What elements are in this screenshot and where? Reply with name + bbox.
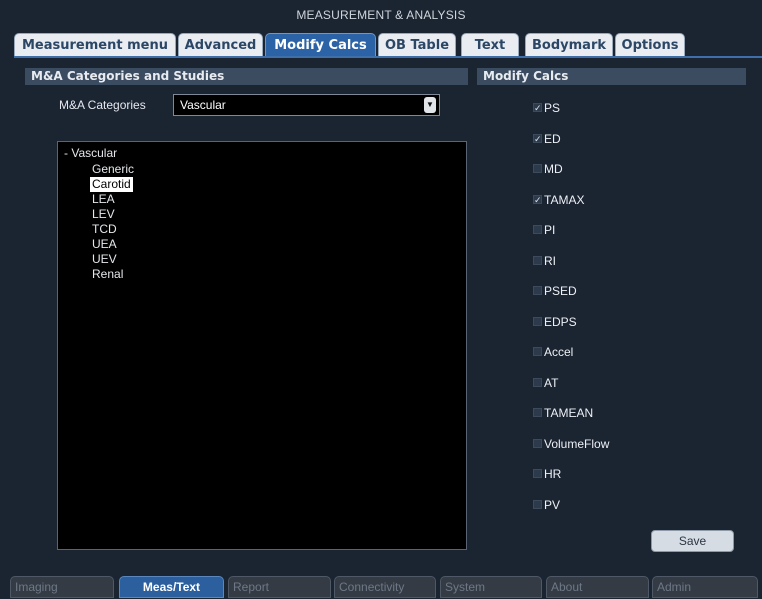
calc-at-row[interactable]: AT [533,376,558,392]
checkbox-icon[interactable]: ✓ [533,195,542,205]
checkbox-icon[interactable] [533,469,542,479]
tree-root-vascular[interactable]: - Vascular [64,146,117,160]
calc-volumeflow-row[interactable]: VolumeFlow [533,437,609,453]
checkbox-icon[interactable]: ✓ [533,134,542,144]
categories-panel-header: M&A Categories and Studies [25,68,468,85]
tree-item-generic[interactable]: Generic [90,162,136,177]
calc-tamax-row[interactable]: ✓ TAMAX [533,193,584,209]
checkbox-icon[interactable]: ✓ [533,103,542,113]
calc-pv-row[interactable]: PV [533,498,560,514]
tab-modify-calcs[interactable]: Modify Calcs [265,33,376,57]
studies-tree[interactable]: - Vascular Generic Carotid LEA LEV TCD U… [57,141,467,550]
tab-advanced[interactable]: Advanced [178,33,263,57]
checkbox-icon[interactable] [533,286,542,296]
tab-text[interactable]: Text [461,33,519,57]
checkbox-icon[interactable] [533,164,542,174]
calc-label: TAMAX [544,193,585,207]
bottom-tab-meas-text[interactable]: Meas/Text [119,576,224,598]
tree-item-uev[interactable]: UEV [90,252,119,267]
bottom-tab-system[interactable]: System [440,576,542,598]
bottom-tab-about[interactable]: About [546,576,649,598]
tree-item-renal[interactable]: Renal [90,267,125,282]
calc-accel-row[interactable]: Accel [533,345,573,361]
save-button[interactable]: Save [651,530,734,552]
calc-ps-row[interactable]: ✓ PS [533,101,560,117]
calc-label: VolumeFlow [544,437,610,451]
tab-ob-table[interactable]: OB Table [378,33,456,57]
calc-label: AT [544,376,559,390]
tree-item-lea[interactable]: LEA [90,192,117,207]
bottom-tab-admin[interactable]: Admin [652,576,758,598]
window-title: MEASUREMENT & ANALYSIS [296,8,466,22]
category-select[interactable]: Vascular ▼ [173,94,440,116]
modify-calcs-panel: Modify Calcs ✓ PS ✓ ED MD ✓ TAMAX PI RI PSED EDPS A… [477,68,746,557]
calc-md-row[interactable]: MD [533,162,563,178]
calc-psed-row[interactable]: PSED [533,284,577,300]
tree-item-lev[interactable]: LEV [90,207,117,222]
calc-hr-row[interactable]: HR [533,467,561,483]
calc-label: EDPS [544,315,577,329]
calc-label: PV [544,498,561,512]
calc-label: Accel [544,345,574,359]
tree-item-tcd[interactable]: TCD [90,222,119,237]
calc-label: ED [544,132,561,146]
tab-bodymark[interactable]: Bodymark [525,33,613,57]
bottom-tab-bar: Imaging Meas/Text Report Connectivity Sy… [0,576,762,599]
calc-label: MD [544,162,563,176]
checkbox-icon[interactable] [533,408,542,418]
checkbox-icon[interactable] [533,500,542,510]
checkbox-icon[interactable] [533,256,542,266]
bottom-tab-connectivity[interactable]: Connectivity [334,576,436,598]
tree-item-uea[interactable]: UEA [90,237,119,252]
checkbox-icon[interactable] [533,317,542,327]
tab-underline [14,56,762,58]
checkbox-icon[interactable] [533,225,542,235]
calc-edps-row[interactable]: EDPS [533,315,577,331]
bottom-tab-report[interactable]: Report [228,576,331,598]
category-label: M&A Categories [59,98,146,112]
calc-label: HR [544,467,562,481]
tab-bar: Measurement menu Advanced Modify Calcs O… [14,33,762,58]
categories-panel: M&A Categories and Studies M&A Categorie… [25,68,468,557]
tab-measurement-menu[interactable]: Measurement menu [14,33,176,57]
calc-tamean-row[interactable]: TAMEAN [533,406,593,422]
bottom-tab-imaging[interactable]: Imaging [10,576,114,598]
calc-label: RI [544,254,556,268]
calc-label: PI [544,223,556,237]
tree-item-carotid[interactable]: Carotid [90,177,133,192]
calc-label: PS [544,101,561,115]
checkbox-icon[interactable] [533,347,542,357]
calc-pi-row[interactable]: PI [533,223,555,239]
calc-label: TAMEAN [544,406,594,420]
modify-calcs-panel-header: Modify Calcs [477,68,746,85]
checkbox-icon[interactable] [533,378,542,388]
calc-label: PSED [544,284,577,298]
chevron-down-icon[interactable]: ▼ [424,97,436,113]
category-select-value: Vascular [180,98,226,112]
calc-ri-row[interactable]: RI [533,254,556,270]
calc-ed-row[interactable]: ✓ ED [533,132,561,148]
checkbox-icon[interactable] [533,439,542,449]
tab-options[interactable]: Options [615,33,685,57]
